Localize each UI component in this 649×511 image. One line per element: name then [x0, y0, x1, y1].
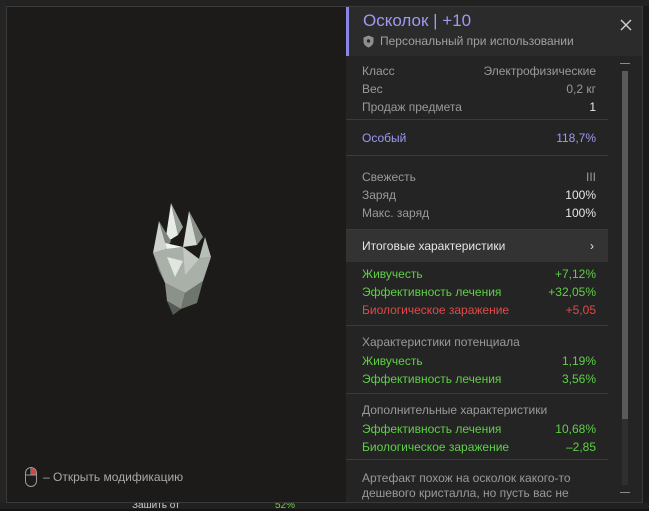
close-icon — [620, 19, 632, 31]
shield-icon — [363, 35, 374, 47]
stat-row-charge: Заряд 100% — [362, 186, 596, 204]
stat-value: +32,05% — [548, 285, 596, 299]
mouse-right-click-icon — [25, 467, 37, 487]
stat-label: Живучесть — [362, 354, 423, 368]
stat-value: 1 — [589, 100, 596, 114]
additional-stats-section: Дополнительные характеристики Эффективно… — [346, 394, 608, 460]
summary-stats-label: Итоговые характеристики — [362, 239, 506, 253]
stat-label: Макс. заряд — [362, 206, 430, 220]
stat-value: 10,68% — [555, 422, 596, 436]
scrollbar-thumb[interactable] — [622, 71, 628, 419]
stat-row-special: Особый 118,7% — [362, 129, 596, 147]
stat-label: Эффективность лечения — [362, 285, 502, 299]
item-description: Артефакт похож на осколок какого-то деше… — [362, 471, 589, 502]
final-stats-section: Живучесть +7,12% Эффективность лечения +… — [346, 262, 608, 326]
close-button[interactable] — [616, 15, 636, 35]
stat-row-additional-bio: Биологическое заражение –2,85 — [362, 438, 596, 456]
rarity-value: 118,7% — [556, 131, 596, 145]
summary-stats-button[interactable]: Итоговые характеристики › — [346, 230, 608, 262]
stat-label: Живучесть — [362, 267, 423, 281]
crystal-shard-image — [153, 203, 211, 315]
stat-label: Биологическое заражение — [362, 440, 510, 454]
stat-row-potential-healing: Эффективность лечения 3,56% — [362, 370, 596, 388]
potential-stats-section: Характеристики потенциала Живучесть 1,19… — [346, 326, 608, 394]
stat-label: Эффективность лечения — [362, 372, 502, 386]
stat-row-weight: Вес 0,2 кг — [362, 80, 596, 98]
scrollbar-bottom-cap — [620, 492, 630, 493]
item-stats-scroll-area[interactable]: Класс Электрофизические Вес 0,2 кг Прода… — [346, 56, 618, 502]
stats-scrollbar[interactable] — [620, 63, 630, 493]
stat-value: Электрофизические — [483, 64, 596, 78]
stat-label: Продаж предмета — [362, 100, 462, 114]
charge-section: Свежесть III Заряд 100% Макс. заряд 100% — [346, 156, 608, 230]
stat-label: Класс — [362, 64, 395, 78]
stat-value: III — [585, 170, 596, 184]
stat-value: 3,56% — [561, 372, 596, 386]
stat-row-healing: Эффективность лечения +32,05% — [362, 283, 596, 301]
stat-value: 1,19% — [561, 354, 596, 368]
rarity-section: Особый 118,7% — [346, 120, 608, 156]
stat-value: +5,05 — [565, 303, 596, 317]
stat-row-freshness: Свежесть III — [362, 168, 596, 186]
open-mod-hint-text: – Открыть модификацию — [43, 470, 184, 484]
item-title-bar: Осколок | +10 Персональный при использов… — [346, 7, 642, 56]
scrollbar-top-cap — [620, 63, 630, 64]
item-preview-pane[interactable]: – Открыть модификацию — [7, 7, 346, 502]
stat-value: 0,2 кг — [566, 82, 596, 96]
stat-row-additional-healing: Эффективность лечения 10,68% — [362, 420, 596, 438]
stat-row-max-charge: Макс. заряд 100% — [362, 204, 596, 222]
stat-row-bio-infection: Биологическое заражение +5,05 — [362, 301, 596, 319]
stat-row-potential-vitality: Живучесть 1,19% — [362, 352, 596, 370]
stat-label: Вес — [362, 82, 383, 96]
stat-value: 100% — [565, 188, 596, 202]
item-info-panel: Осколок | +10 Персональный при использов… — [346, 7, 642, 502]
stat-label: Биологическое заражение — [362, 303, 510, 317]
stat-value: +7,12% — [554, 267, 596, 281]
binding-status: Персональный при использовании — [363, 34, 574, 48]
stat-row-sale: Продаж предмета 1 — [362, 98, 596, 116]
item-title: Осколок | +10 — [363, 11, 472, 30]
rarity-label: Особый — [362, 131, 407, 145]
background-bottom-strip — [0, 503, 649, 509]
stat-row-vitality: Живучесть +7,12% — [362, 265, 596, 283]
chevron-right-icon: › — [590, 239, 594, 253]
potential-stats-title: Характеристики потенциала — [362, 335, 520, 349]
stat-value: –2,85 — [565, 440, 596, 454]
additional-stats-title: Дополнительные характеристики — [362, 403, 548, 417]
stat-label: Заряд — [362, 188, 396, 202]
stat-value: 100% — [565, 206, 596, 220]
stat-label: Свежесть — [362, 170, 416, 184]
stat-label: Эффективность лечения — [362, 422, 502, 436]
open-mod-hint: – Открыть модификацию — [25, 467, 183, 487]
binding-text: Персональный при использовании — [380, 34, 574, 48]
stat-row-class: Класс Электрофизические — [362, 62, 596, 80]
basic-info-section: Класс Электрофизические Вес 0,2 кг Прода… — [346, 56, 608, 120]
